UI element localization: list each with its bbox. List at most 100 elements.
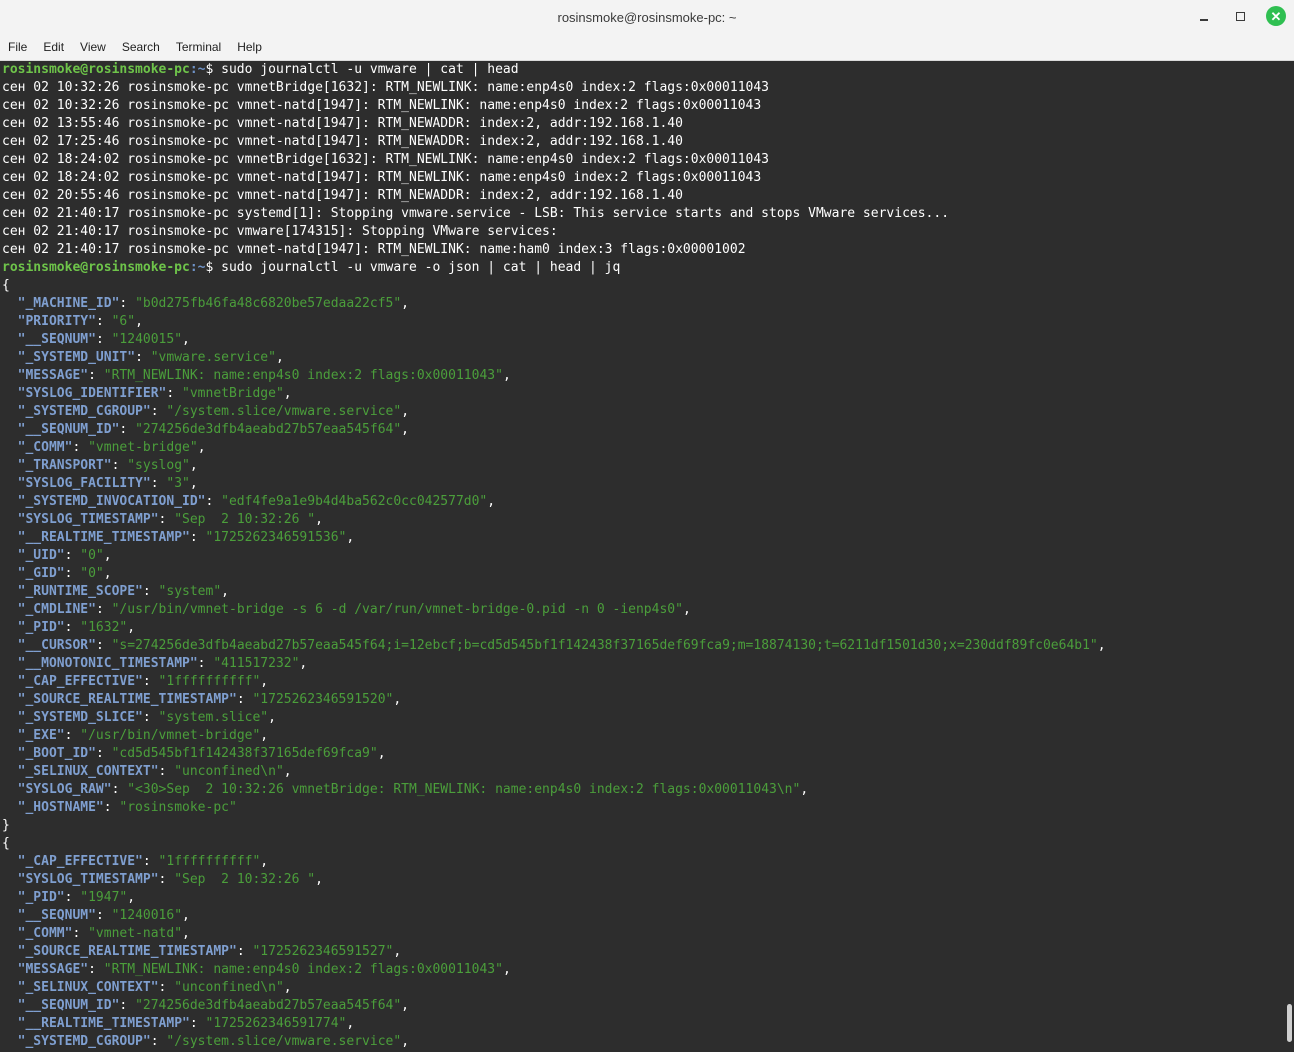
json-key: "__SEQNUM_ID" (17, 422, 120, 437)
json-entry: "_EXE": "/usr/bin/vmnet-bridge", (0, 727, 1294, 745)
json-value: "RTM_NEWLINK: name:enp4s0 index:2 flags:… (103, 962, 503, 977)
json-entry: "_SYSTEMD_INVOCATION_ID": "edf4fe9a1e9b4… (0, 493, 1294, 511)
json-entry: "_CAP_EFFECTIVE": "1ffffffffff", (0, 853, 1294, 871)
json-colon: : (142, 710, 159, 725)
json-sep: , (127, 890, 136, 905)
json-entry: "PRIORITY": "6", (0, 313, 1294, 331)
json-sep: , (401, 296, 409, 311)
json-key: "_RUNTIME_SCOPE" (17, 584, 143, 599)
json-colon: : (119, 422, 136, 437)
json-sep: , (1097, 638, 1106, 653)
json-colon: : (166, 386, 183, 401)
json-key: "SYSLOG_TIMESTAMP" (17, 872, 159, 887)
menu-view[interactable]: View (72, 40, 114, 54)
scrollbar[interactable] (1286, 61, 1292, 1052)
command-text: sudo journalctl -u vmware | cat | head (221, 62, 519, 77)
json-value: "1725262346591527" (252, 944, 394, 959)
json-entry: "__SEQNUM_ID": "274256de3dfb4aeabd27b57e… (0, 997, 1294, 1015)
close-icon[interactable]: ✕ (1266, 6, 1286, 26)
json-value: "/system.slice/vmware.service" (166, 1034, 402, 1049)
json-key: "_PID" (17, 620, 65, 635)
json-entry: "_BOOT_ID": "cd5d545bf1f142438f37165def6… (0, 745, 1294, 763)
json-value: "6" (111, 314, 136, 329)
json-key: "_EXE" (17, 728, 65, 743)
maximize-icon[interactable] (1230, 6, 1250, 26)
json-entry: "_COMM": "vmnet-natd", (0, 925, 1294, 943)
menu-file[interactable]: File (0, 40, 35, 54)
menu-help[interactable]: Help (229, 40, 270, 54)
json-key: "_SYSTEMD_INVOCATION_ID" (17, 494, 206, 509)
log-line: сен 02 20:55:46 rosinsmoke-pc vmnet-natd… (2, 188, 683, 203)
scrollbar-thumb[interactable] (1287, 1004, 1292, 1042)
json-value: "1240015" (111, 332, 183, 347)
json-colon: : (158, 872, 175, 887)
json-entry: "_PID": "1947", (0, 889, 1294, 907)
menu-terminal[interactable]: Terminal (168, 40, 229, 54)
json-sep: , (189, 476, 198, 491)
json-entry: "_SELINUX_CONTEXT": "unconfined\n", (0, 979, 1294, 997)
json-key: "_GID" (17, 566, 65, 581)
json-colon: : (64, 620, 81, 635)
prompt-user-host: rosinsmoke@rosinsmoke-pc (2, 62, 190, 77)
json-value: "unconfined\n" (174, 764, 284, 779)
json-brace: { (2, 278, 10, 293)
prompt-path: :~ (189, 62, 206, 77)
json-key: "SYSLOG_TIMESTAMP" (17, 512, 159, 527)
json-key: "_SELINUX_CONTEXT" (17, 980, 159, 995)
json-key: "PRIORITY" (17, 314, 96, 329)
json-sep: , (346, 530, 355, 545)
json-sep: , (393, 692, 402, 707)
prompt-line: rosinsmoke@rosinsmoke-pc:~$ sudo journal… (0, 259, 1294, 277)
json-value: "unconfined\n" (174, 980, 284, 995)
json-entry: "_SOURCE_REALTIME_TIMESTAMP": "172526234… (0, 943, 1294, 961)
json-sep: , (260, 728, 269, 743)
json-colon: : (189, 530, 206, 545)
json-colon: : (88, 368, 104, 383)
json-key: "__REALTIME_TIMESTAMP" (17, 530, 190, 545)
json-value: "1947" (80, 890, 128, 905)
json-entry: "_COMM": "vmnet-bridge", (0, 439, 1294, 457)
json-colon: : (95, 602, 112, 617)
json-colon: : (150, 404, 167, 419)
json-colon: : (111, 458, 128, 473)
json-value: "Sep 2 10:32:26 " (174, 512, 316, 527)
json-value: "1ffffffffff" (158, 674, 261, 689)
json-colon: : (142, 674, 159, 689)
json-entry: "SYSLOG_FACILITY": "3", (0, 475, 1294, 493)
json-colon: : (236, 944, 253, 959)
log-line: сен 02 21:40:17 rosinsmoke-pc vmware[174… (2, 224, 558, 239)
json-sep: , (487, 494, 496, 509)
title-bar[interactable]: rosinsmoke@rosinsmoke-pc: ~ ✕ (0, 0, 1294, 34)
json-colon: : (95, 746, 112, 761)
menu-search[interactable]: Search (114, 40, 168, 54)
json-key: "_SYSTEMD_CGROUP" (17, 1034, 151, 1049)
menu-edit[interactable]: Edit (35, 40, 72, 54)
minimize-icon[interactable] (1194, 6, 1214, 26)
json-value: "1632" (80, 620, 128, 635)
json-key: "__SEQNUM" (17, 908, 96, 923)
json-key: "MESSAGE" (17, 962, 89, 977)
json-sep: , (682, 602, 691, 617)
terminal-output[interactable]: rosinsmoke@rosinsmoke-pc:~$ sudo journal… (0, 61, 1294, 1052)
json-value: "274256de3dfb4aeabd27b57eaa545f64" (135, 422, 402, 437)
prompt-line: rosinsmoke@rosinsmoke-pc:~$ sudo journal… (0, 61, 1294, 79)
window-controls: ✕ (1194, 6, 1286, 26)
json-entry: "__SEQNUM": "1240015", (0, 331, 1294, 349)
command-text: sudo journalctl -u vmware -o json | cat … (221, 260, 621, 275)
json-value: "274256de3dfb4aeabd27b57eaa545f64" (135, 998, 402, 1013)
json-sep: , (315, 872, 323, 887)
json-value: "vmnet-bridge" (88, 440, 198, 455)
json-key: "_SOURCE_REALTIME_TIMESTAMP" (17, 692, 237, 707)
